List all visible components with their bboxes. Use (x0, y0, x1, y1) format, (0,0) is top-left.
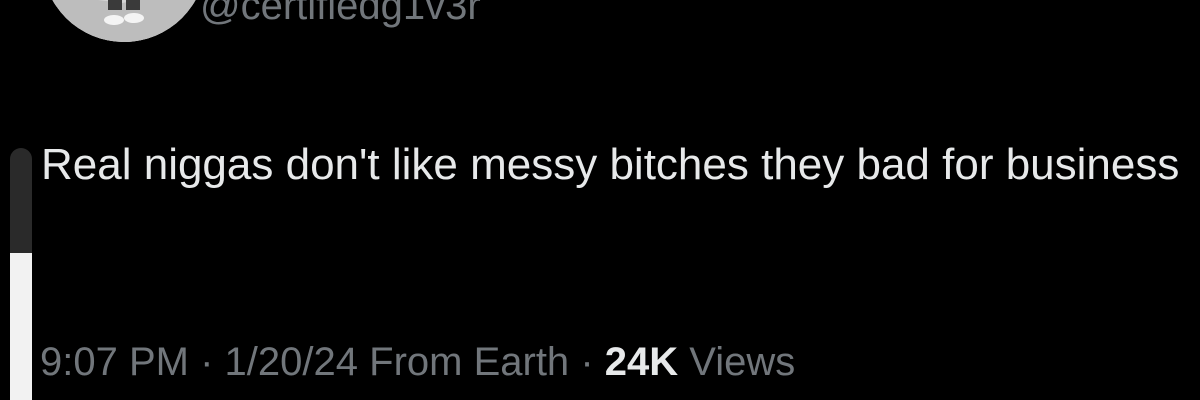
tweet-text: Real niggas don't like messy bitches the… (41, 140, 1180, 189)
user-handle[interactable]: @certifiedg1v3r (200, 0, 481, 26)
scrollbar-thumb[interactable] (10, 253, 32, 400)
tweet-metadata: 9:07 PM · 1/20/24 From Earth · 24K Views (40, 342, 795, 382)
separator: · (580, 340, 594, 384)
views-count[interactable]: 24K (605, 340, 678, 384)
separator: · (200, 340, 214, 384)
tweet-location: From Earth (369, 340, 570, 384)
views-label[interactable]: Views (689, 340, 795, 384)
tweet-date[interactable]: 1/20/24 (225, 340, 358, 384)
tweet-time[interactable]: 9:07 PM (40, 340, 189, 384)
avatar-photo-icon (42, 0, 206, 42)
avatar[interactable] (42, 0, 206, 42)
